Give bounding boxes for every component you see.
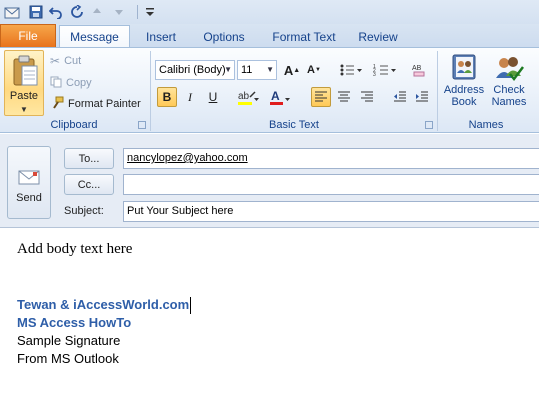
chevron-down-icon: ▼ <box>266 65 274 74</box>
grow-font-button[interactable]: A ▲ <box>282 60 302 80</box>
font-size-combo[interactable]: 11 ▼ <box>237 60 277 80</box>
copy-label: Copy <box>66 77 92 89</box>
to-field[interactable]: nancylopez@yahoo.com <box>123 148 539 169</box>
numbered-list-icon: 123 <box>373 64 396 77</box>
numbering-button[interactable]: 123 <box>370 60 400 80</box>
toolbar-separator <box>135 3 139 21</box>
signature-line-2: MS Access HowTo <box>17 315 132 330</box>
basic-text-dialog-launcher-icon[interactable] <box>425 121 433 129</box>
down-arrow-icon <box>110 3 128 21</box>
up-arrow-icon <box>88 3 106 21</box>
decrease-indent-button[interactable] <box>390 87 410 107</box>
copy-icon <box>50 76 62 91</box>
increase-indent-button[interactable] <box>412 87 432 107</box>
clipboard-group-label: Clipboard <box>50 119 98 131</box>
check-names-icon <box>496 57 524 82</box>
svg-text:A: A <box>271 89 280 103</box>
paste-label: Paste <box>9 90 39 102</box>
quick-access-toolbar <box>0 0 539 24</box>
tab-message[interactable]: Message <box>59 25 130 48</box>
subject-label: Subject: <box>64 205 104 217</box>
cut-label: Cut <box>64 55 82 67</box>
bold-button[interactable]: B <box>157 87 177 107</box>
highlight-button[interactable]: ab <box>234 87 262 107</box>
highlighter-icon: ab <box>238 91 259 105</box>
shrink-font-button[interactable]: A ▼ <box>304 60 324 80</box>
cut-button[interactable]: ✂ Cut <box>50 52 81 70</box>
group-divider <box>150 51 151 131</box>
to-button[interactable]: To... <box>64 148 114 169</box>
cc-field[interactable] <box>123 174 539 195</box>
text-cursor <box>190 297 191 314</box>
paste-button[interactable]: Paste ▼ <box>4 50 44 116</box>
send-button[interactable]: Send <box>7 146 51 219</box>
bullet-list-icon <box>340 64 362 76</box>
underline-button[interactable]: U <box>203 87 223 107</box>
scissors-icon: ✂ <box>50 54 61 68</box>
undo-icon[interactable] <box>47 3 65 21</box>
address-book-icon <box>452 54 476 80</box>
paintbrush-icon <box>50 96 64 113</box>
svg-text:ab: ab <box>238 91 250 102</box>
clear-formatting-button[interactable]: AB <box>409 60 429 80</box>
format-painter-label: Format Painter <box>68 98 141 110</box>
basic-text-group-label: Basic Text <box>269 119 319 131</box>
save-icon[interactable] <box>27 3 45 21</box>
paste-icon <box>13 55 38 86</box>
send-envelope-icon <box>18 170 40 185</box>
chevron-down-icon: ▼ <box>224 65 232 74</box>
names-group-label: Names <box>468 119 504 131</box>
check-names-label-1: Check <box>493 84 525 96</box>
format-painter-button[interactable]: Format Painter <box>50 95 141 113</box>
address-book-label-1: Address <box>443 84 485 96</box>
increase-indent-icon <box>416 91 428 102</box>
decrease-indent-icon <box>394 91 406 102</box>
italic-button[interactable]: I <box>180 87 200 107</box>
font-color-button[interactable]: A <box>266 87 294 107</box>
font-name-combo[interactable]: Calibri (Body) ▼ <box>155 60 235 80</box>
align-center-icon <box>338 91 350 102</box>
body-text: Add body text here <box>17 241 133 257</box>
check-names-button[interactable]: Check Names <box>489 52 529 118</box>
bullets-button[interactable] <box>336 60 366 80</box>
copy-button[interactable]: Copy <box>50 74 92 92</box>
redo-icon[interactable] <box>68 3 86 21</box>
subject-field[interactable]: Put Your Subject here <box>123 201 539 222</box>
font-color-icon: A <box>270 89 290 105</box>
svg-text:3: 3 <box>373 72 376 77</box>
outlook-envelope-icon[interactable] <box>3 3 21 21</box>
font-size-value: 11 <box>241 64 253 76</box>
align-right-icon <box>361 91 373 102</box>
cc-button[interactable]: Cc... <box>64 174 114 195</box>
signature-line-3: Sample Signature <box>17 333 121 348</box>
align-left-icon <box>315 91 327 102</box>
align-left-button[interactable] <box>311 87 331 107</box>
tab-file[interactable]: File <box>0 24 56 47</box>
tab-options[interactable]: Options <box>195 26 253 47</box>
outlook-message-window: File Message Insert Options Format Text … <box>0 0 539 401</box>
font-name-value: Calibri (Body) <box>159 64 225 76</box>
address-book-button[interactable]: Address Book <box>441 52 487 118</box>
clear-formatting-icon: AB <box>412 65 425 77</box>
to-recipient[interactable]: nancylopez@yahoo.com <box>127 152 248 164</box>
signature-line-1: Tewan & iAccessWorld.com <box>17 297 190 312</box>
paste-dropdown-icon: ▼ <box>20 105 28 114</box>
align-right-button[interactable] <box>357 87 377 107</box>
check-names-label-2: Names <box>491 96 527 108</box>
customize-toolbar-icon[interactable] <box>141 3 159 21</box>
svg-text:AB: AB <box>412 65 422 72</box>
tab-format-text[interactable]: Format Text <box>266 26 342 47</box>
tab-insert[interactable]: Insert <box>136 26 186 47</box>
signature-line-4: From MS Outlook <box>17 351 119 366</box>
address-book-label-2: Book <box>451 96 477 108</box>
clipboard-dialog-launcher-icon[interactable] <box>138 121 146 129</box>
send-label: Send <box>16 192 42 204</box>
align-center-button[interactable] <box>334 87 354 107</box>
tab-review[interactable]: Review <box>352 26 404 47</box>
